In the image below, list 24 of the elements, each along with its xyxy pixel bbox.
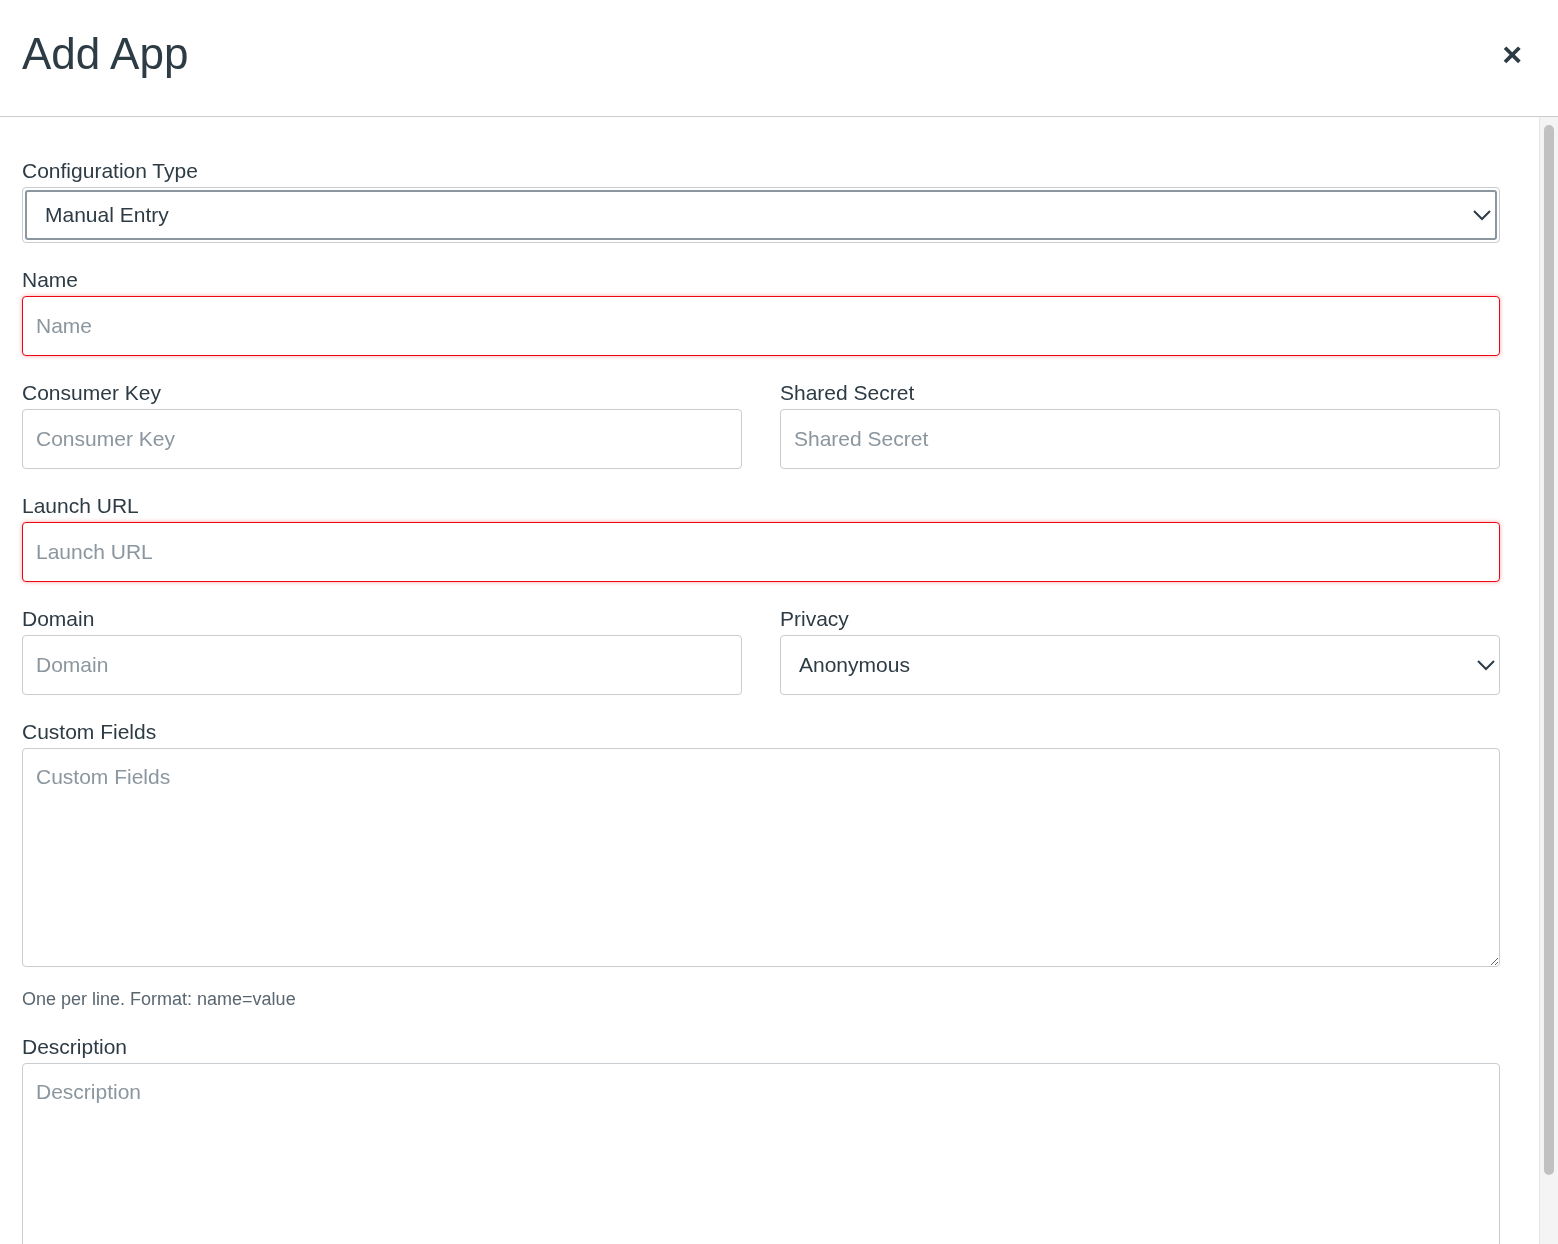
dropdown-select[interactable]: Manual Entry bbox=[25, 190, 1497, 240]
field-label: Privacy bbox=[780, 606, 850, 632]
field-label: Description bbox=[22, 1034, 129, 1060]
chevron-down-icon bbox=[1473, 209, 1491, 221]
field-label: Shared Secret bbox=[780, 380, 916, 406]
dialog-title: Add App bbox=[22, 29, 189, 79]
field-label: Name bbox=[22, 267, 80, 293]
field-hint: One per line. Format: name=value bbox=[22, 989, 297, 1010]
field-label: Configuration Type bbox=[22, 158, 199, 184]
field-label: Custom Fields bbox=[22, 719, 158, 745]
close-button[interactable]: × bbox=[1496, 37, 1528, 71]
text-input-field[interactable]: Domain bbox=[22, 635, 742, 695]
text-input-field[interactable]: Launch URL bbox=[22, 522, 1500, 582]
field-label: Domain bbox=[22, 606, 96, 632]
textarea-field[interactable]: Description bbox=[22, 1063, 1500, 1244]
chevron-down-icon bbox=[1477, 659, 1495, 671]
text-input-field[interactable]: Name bbox=[22, 296, 1500, 356]
text-input-field[interactable]: Consumer Key bbox=[22, 409, 742, 469]
dropdown-select[interactable]: Anonymous bbox=[781, 636, 1499, 694]
text-input-field[interactable]: Shared Secret bbox=[780, 409, 1500, 469]
textarea-field[interactable]: Custom Fields bbox=[22, 748, 1500, 967]
field-label: Launch URL bbox=[22, 493, 140, 519]
scrollbar-thumb[interactable] bbox=[1544, 125, 1554, 1175]
field-label: Consumer Key bbox=[22, 380, 162, 406]
